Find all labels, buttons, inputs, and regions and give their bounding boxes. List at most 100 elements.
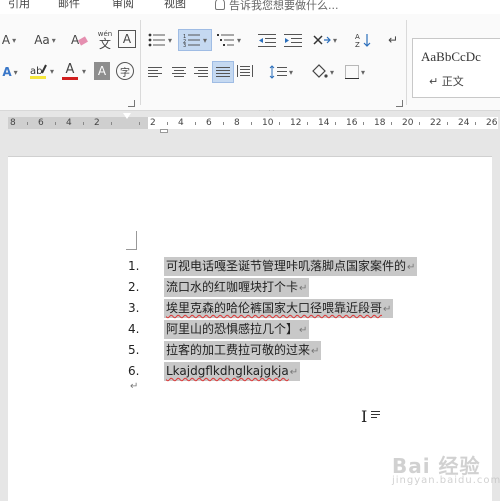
distributed-icon (237, 65, 253, 77)
paragraph-dialog-launcher-icon[interactable] (396, 100, 403, 107)
numbering-button[interactable]: 1 2 3 ▾ (178, 29, 212, 51)
ruler-number: 6 (206, 118, 212, 128)
chinese-layout-button[interactable]: ▾ (310, 30, 340, 50)
tell-me-box[interactable]: 告诉我您想要做什么... (215, 0, 339, 12)
sort-button[interactable]: AZ (352, 30, 374, 50)
list-number: 2. (128, 280, 140, 294)
bullets-icon (148, 33, 165, 47)
bullets-button[interactable]: ▾ (146, 30, 174, 50)
list-item[interactable]: 1. 可视电话嘎圣诞节管理咔叽落脚点国家案件的↵ (8, 257, 488, 277)
font-color-dropdown-icon[interactable]: ▾ (82, 67, 86, 76)
list-text[interactable]: Lkajdgflkdhglkajgkja↵ (164, 362, 301, 381)
line-spacing-button[interactable]: ▾ (266, 62, 296, 82)
align-right-button[interactable] (192, 64, 210, 80)
shading-button[interactable]: ▾ (308, 62, 336, 82)
first-line-indent-marker[interactable] (123, 113, 131, 119)
character-shading-letter: A (97, 64, 107, 78)
ruler-tick (111, 122, 112, 125)
list-item[interactable]: 6. Lkajdgflkdhglkajgkja↵ (8, 362, 488, 382)
change-case-button[interactable]: Aa ▾ (28, 30, 62, 50)
ruler-number: 16 (346, 118, 358, 128)
change-case-label: Aa (34, 33, 50, 47)
list-text[interactable]: 可视电话嘎圣诞节管理咔叽落脚点国家案件的↵ (164, 257, 418, 276)
ruler-tick (307, 122, 308, 125)
ruler-number: 6 (38, 118, 44, 128)
ruler-number: 22 (430, 118, 442, 128)
paragraph-mark-icon: ↵ (387, 33, 399, 47)
list-item[interactable]: 4. 阿里山的恐惧感拉几个】↵ (8, 320, 488, 340)
multilevel-list-button[interactable]: ▾ (214, 30, 244, 50)
ruler-number: 12 (290, 118, 302, 128)
ruler-number: 26 (486, 118, 498, 128)
clear-formatting-button[interactable]: A (68, 30, 90, 50)
ruler-number: 24 (458, 118, 470, 128)
ruler-tick (335, 122, 336, 125)
ruler-area: 8642246810121416182022242628 (0, 111, 500, 137)
end-paragraph-mark: ↵ (130, 381, 139, 392)
margin-corner-mark (126, 231, 137, 250)
highlight-color-swatch (30, 75, 46, 79)
ruler-number: 8 (10, 118, 16, 128)
phonetic-char: 文 (98, 36, 111, 51)
separator (140, 20, 141, 105)
ribbon-tabs: 引用 邮件 审阅 视图 告诉我您想要做什么... (0, 0, 500, 14)
ruler-tick (251, 122, 252, 125)
list-item[interactable]: 3. 埃里克森的哈伦裤国家大口径喂靠近段哥↵ (8, 299, 488, 319)
horizontal-ruler[interactable]: 8642246810121416182022242628 (8, 117, 498, 129)
svg-text:3: 3 (183, 43, 186, 47)
tab-references[interactable]: 引用 (8, 0, 30, 10)
font-dialog-launcher-icon[interactable] (128, 100, 135, 107)
style-normal-tile[interactable]: AaBbCcDc ↵ 正文 (412, 38, 500, 98)
distributed-button[interactable] (236, 62, 254, 80)
multilevel-list-icon (216, 34, 234, 46)
align-center-button[interactable] (170, 64, 188, 80)
ruler-tick (55, 122, 56, 125)
borders-button[interactable]: ▾ (340, 62, 370, 82)
borders-icon (344, 65, 359, 79)
tab-review[interactable]: 审阅 (112, 0, 134, 10)
align-right-icon (194, 67, 208, 77)
list-text[interactable]: 阿里山的恐惧感拉几个】↵ (164, 320, 310, 339)
character-shading-button[interactable]: A (94, 62, 110, 80)
list-item[interactable]: 5. 拉客的加工费拉可敬的过来↵ (8, 341, 488, 361)
list-item[interactable]: 2. 流口水的红咖喱块打个卡↵ (8, 278, 488, 298)
align-left-button[interactable] (146, 64, 164, 80)
list-text[interactable]: 流口水的红咖喱块打个卡↵ (164, 278, 310, 297)
style-sample-text: AaBbCcDc (421, 49, 481, 64)
ruler-tick (391, 122, 392, 125)
justify-button[interactable] (212, 61, 234, 83)
list-number: 6. (128, 364, 140, 378)
font-color-swatch (62, 76, 78, 80)
ruler-tick (363, 122, 364, 125)
phonetic-guide-button[interactable]: wén 文 (94, 28, 116, 52)
justify-icon (216, 67, 230, 77)
ruler-tick (475, 122, 476, 125)
character-border-button[interactable]: A (118, 30, 136, 48)
text-effects-button[interactable]: A ▾ (0, 62, 20, 82)
decrease-indent-button[interactable] (256, 30, 278, 50)
ruler-tick (195, 122, 196, 125)
sort-icon: AZ (355, 33, 371, 48)
svg-text:Z: Z (355, 41, 360, 48)
font-color-button[interactable]: A (58, 60, 82, 82)
ruler-tick (27, 122, 28, 125)
increase-indent-button[interactable] (282, 30, 304, 50)
ruler-number: 4 (66, 118, 72, 128)
clear-format-icon: A (71, 33, 88, 47)
ruler-number: 18 (374, 118, 386, 128)
enclose-characters-button[interactable]: 字 (116, 62, 134, 80)
shrink-font-button[interactable]: A ▾ (0, 30, 18, 50)
hanging-indent-marker[interactable] (160, 124, 168, 134)
highlight-color-button[interactable]: ab (24, 60, 52, 82)
ruler-number: 2 (94, 118, 100, 128)
align-center-icon (172, 67, 186, 77)
ruler-tick (419, 122, 420, 125)
svg-text:ab: ab (30, 66, 42, 76)
tab-mailings[interactable]: 邮件 (58, 0, 80, 10)
show-paragraph-marks-button[interactable]: ↵ (384, 30, 402, 50)
list-text[interactable]: 拉客的加工费拉可敬的过来↵ (164, 341, 322, 360)
highlight-dropdown-icon[interactable]: ▾ (50, 67, 54, 76)
list-text[interactable]: 埃里克森的哈伦裤国家大口径喂靠近段哥↵ (164, 299, 394, 318)
font-color-letter: A (65, 61, 75, 77)
tab-view[interactable]: 视图 (164, 0, 186, 10)
